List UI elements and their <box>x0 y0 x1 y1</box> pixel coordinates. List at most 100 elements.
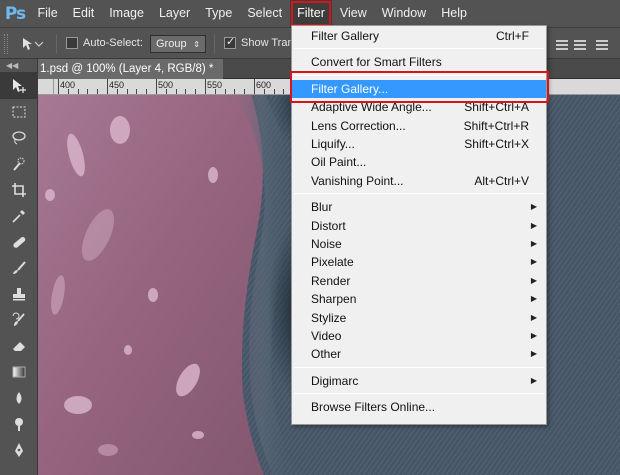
brush-tool-icon[interactable] <box>0 255 38 281</box>
ruler-minor-tick <box>136 89 138 94</box>
filter-menu-item-vanishing-point[interactable]: Vanishing Point... Alt+Ctrl+V <box>292 172 546 190</box>
menu-item-label: Distort <box>311 218 346 233</box>
menu-item-label: Blur <box>311 200 333 215</box>
move-arrow-icon <box>23 38 44 50</box>
tools-collapse-icon[interactable]: ◀◀ <box>0 59 37 73</box>
move-tool-preset[interactable] <box>20 36 48 52</box>
auto-select-dropdown[interactable]: Group ⇕ <box>150 35 206 53</box>
menu-file[interactable]: File <box>30 0 65 27</box>
filter-menu-item-other[interactable]: Other ▶ <box>292 345 546 363</box>
menu-item-label: Vanishing Point... <box>311 173 404 188</box>
ruler-minor-tick <box>185 89 187 94</box>
menu-separator <box>294 48 544 50</box>
auto-select-label: Auto-Select: <box>83 37 143 49</box>
ruler-minor-tick <box>165 89 167 94</box>
lasso-tool-icon[interactable] <box>0 125 38 151</box>
history-brush-tool-icon[interactable] <box>0 307 38 333</box>
gradient-tool-icon[interactable] <box>0 359 38 385</box>
menu-edit[interactable]: Edit <box>65 0 102 27</box>
marquee-tool-icon[interactable] <box>0 99 38 125</box>
submenu-arrow-icon: ▶ <box>530 239 537 248</box>
filter-menu-item-browse-filters-online[interactable]: Browse Filters Online... <box>292 398 546 416</box>
ruler-minor-tick <box>283 89 285 94</box>
auto-select-option[interactable]: Auto-Select: <box>66 37 143 49</box>
ruler-minor-tick <box>263 89 265 94</box>
menu-type[interactable]: Type <box>198 0 240 27</box>
eraser-tool-icon[interactable] <box>0 333 38 359</box>
menu-view[interactable]: View <box>332 0 374 27</box>
menu-help[interactable]: Help <box>434 0 475 27</box>
menu-window[interactable]: Window <box>374 0 433 27</box>
align-left-icon[interactable] <box>556 38 568 50</box>
photoshop-logo: Ps <box>4 3 26 24</box>
filter-menu-item-digimarc[interactable]: Digimarc ▶ <box>292 372 546 390</box>
menu-image[interactable]: Image <box>102 0 152 27</box>
align-center-icon[interactable] <box>574 38 586 50</box>
auto-select-checkbox[interactable] <box>66 37 78 49</box>
filter-menu-item-convert-for-smart-filters[interactable]: Convert for Smart Filters <box>292 53 546 71</box>
show-transform-checkbox[interactable] <box>224 35 236 49</box>
ruler-origin[interactable] <box>38 79 54 95</box>
filter-menu-item-blur[interactable]: Blur ▶ <box>292 198 546 216</box>
menu-item-label: Convert for Smart Filters <box>311 55 442 70</box>
submenu-arrow-icon: ▶ <box>530 220 537 230</box>
ruler-minor-tick <box>126 89 128 94</box>
panel-grip[interactable] <box>4 34 8 54</box>
menu-filter[interactable]: Filter <box>289 0 333 27</box>
separator <box>56 34 57 54</box>
filter-menu-item-stylize[interactable]: Stylize ▶ <box>292 309 546 327</box>
menu-select[interactable]: Select <box>240 0 290 27</box>
quick-select-tool-icon[interactable] <box>0 151 38 177</box>
filter-menu-item-oil-paint[interactable]: Oil Paint... <box>292 153 546 171</box>
show-transform-option[interactable]: Show Trans <box>224 35 299 49</box>
document-tab[interactable]: 1.psd @ 100% (Layer 4, RGB/8) * <box>38 59 224 79</box>
menu-separator <box>294 366 544 368</box>
menu-item-label: Filter Gallery <box>311 29 380 43</box>
menu-item-shortcut: Alt+Ctrl+V <box>474 173 529 188</box>
dodge-tool-icon[interactable] <box>0 411 38 437</box>
ruler-minor-tick <box>116 89 118 94</box>
clone-stamp-tool-icon[interactable] <box>0 281 38 307</box>
move-tool-icon[interactable] <box>0 73 38 99</box>
menu-item-label: Lens Correction... <box>311 118 406 133</box>
filter-menu-item-video[interactable]: Video ▶ <box>292 327 546 345</box>
ruler-minor-tick <box>224 89 226 94</box>
eyedropper-tool-icon[interactable] <box>0 203 38 229</box>
ruler-major-tick <box>58 79 59 94</box>
submenu-arrow-icon: ▶ <box>530 202 537 212</box>
menu-item-label: Liquify... <box>311 137 355 151</box>
ruler-minor-tick <box>77 89 79 94</box>
ruler-major-tick <box>205 79 206 94</box>
healing-brush-tool-icon[interactable] <box>0 229 38 255</box>
submenu-arrow-icon: ▶ <box>530 257 537 267</box>
filter-menu-item-filter-gallery[interactable]: Filter Gallery Ctrl+F <box>292 27 546 45</box>
menu-separator <box>294 393 544 395</box>
filter-menu-item-pixelate[interactable]: Pixelate ▶ <box>292 253 546 271</box>
filter-menu-item-lens-correction[interactable]: Lens Correction... Shift+Ctrl+R <box>292 117 546 135</box>
ruler-minor-tick <box>146 89 148 94</box>
ruler-minor-tick <box>273 89 275 94</box>
pen-tool-icon[interactable] <box>0 437 38 463</box>
ruler-minor-tick <box>244 89 246 94</box>
ruler-minor-tick <box>67 89 69 94</box>
filter-menu-item-render[interactable]: Render ▶ <box>292 272 546 290</box>
crop-tool-icon[interactable] <box>0 177 38 203</box>
auto-select-select[interactable]: Group ⇕ <box>150 35 206 53</box>
filter-menu-item-distort[interactable]: Distort ▶ <box>292 217 546 235</box>
align-right-icon[interactable] <box>596 38 608 50</box>
ruler-minor-tick <box>97 89 99 94</box>
ruler-minor-tick <box>234 89 236 94</box>
filter-menu-item-noise[interactable]: Noise ▶ <box>292 235 546 253</box>
filter-menu-item-sharpen[interactable]: Sharpen ▶ <box>292 290 546 308</box>
ruler-major-tick <box>156 79 157 94</box>
menu-item-label: Digimarc <box>311 373 359 388</box>
tools-panel: ◀◀ <box>0 59 38 475</box>
menu-item-label: Render <box>311 273 351 288</box>
menu-item-label: Oil Paint... <box>311 155 367 170</box>
menu-layer[interactable]: Layer <box>151 0 197 27</box>
updown-arrow-icon: ⇕ <box>193 39 200 49</box>
menu-item-shortcut: Shift+Ctrl+R <box>463 118 529 133</box>
menu-bar: Ps File Edit Image Layer Type Select Fil… <box>0 0 620 27</box>
filter-menu-item-liquify[interactable]: Liquify... Shift+Ctrl+X <box>292 135 546 153</box>
blur-tool-icon[interactable] <box>0 385 38 411</box>
